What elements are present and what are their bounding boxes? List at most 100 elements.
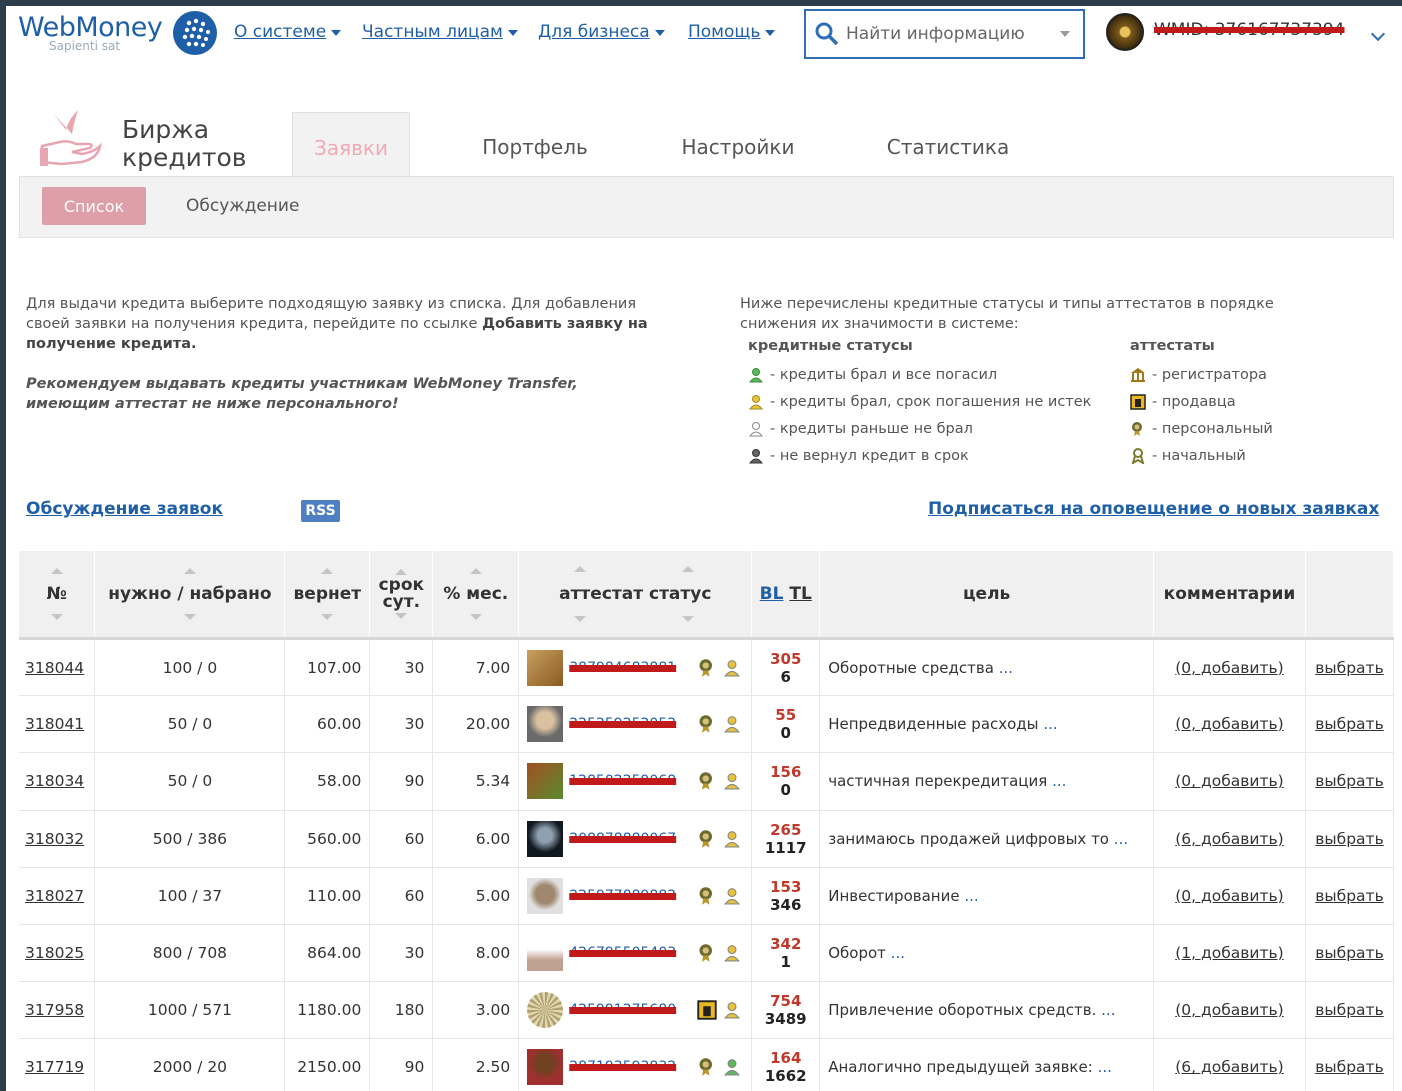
goal-more-link[interactable]: ...: [891, 944, 905, 962]
col-number[interactable]: №: [19, 551, 96, 640]
personal-badge-icon[interactable]: [697, 943, 717, 963]
choose-link[interactable]: выбрать: [1305, 924, 1395, 983]
sort-up-icon[interactable]: [50, 568, 63, 574]
sub-navigation: Список Обсуждение: [19, 176, 1394, 238]
user-avatar[interactable]: [527, 820, 564, 857]
request-id-link[interactable]: 318041: [19, 695, 96, 754]
sort-down-icon[interactable]: [682, 616, 695, 622]
comments-link[interactable]: (1, добавить): [1153, 924, 1306, 983]
personal-badge-icon[interactable]: [697, 771, 717, 791]
comments-link[interactable]: (0, добавить): [1153, 752, 1306, 811]
goal-more-link[interactable]: ...: [1098, 1058, 1112, 1076]
subscribe-link[interactable]: Подписаться на оповещение о новых заявка…: [928, 499, 1379, 519]
col-bl-link[interactable]: BL: [760, 584, 784, 604]
sort-up-icon[interactable]: [682, 566, 695, 572]
user-avatar[interactable]: [527, 935, 564, 972]
personal-badge-icon[interactable]: [697, 1057, 717, 1077]
personal-badge-icon[interactable]: [697, 658, 717, 678]
goal-more-link[interactable]: ...: [1101, 1001, 1115, 1019]
choose-link[interactable]: выбрать: [1305, 867, 1395, 925]
goal-more-link[interactable]: ...: [999, 659, 1013, 677]
user-wmid-link[interactable]: 208878880067: [569, 831, 691, 847]
sort-down-icon[interactable]: [574, 616, 587, 622]
col-percent[interactable]: % мес.: [432, 551, 520, 640]
choose-link[interactable]: выбрать: [1305, 695, 1395, 754]
choose-link[interactable]: выбрать: [1305, 638, 1395, 697]
nav-help[interactable]: Помощь: [688, 22, 776, 42]
sort-down-icon[interactable]: [469, 614, 482, 620]
tab-requests[interactable]: Заявки: [292, 112, 410, 182]
module-title-line2: кредитов: [122, 143, 247, 172]
request-id-link[interactable]: 318027: [19, 867, 96, 925]
sort-up-icon[interactable]: [469, 568, 482, 574]
choose-link[interactable]: выбрать: [1305, 1038, 1395, 1091]
request-id-link[interactable]: 317719: [19, 1038, 96, 1091]
goal-more-link[interactable]: ...: [1043, 715, 1057, 733]
col-attestat[interactable]: аттестат статус: [518, 551, 753, 640]
user-avatar[interactable]: [1106, 13, 1144, 51]
bl-value: 265: [770, 820, 802, 839]
goal-more-link[interactable]: ...: [964, 887, 978, 905]
user-avatar[interactable]: [527, 649, 564, 686]
sort-down-icon[interactable]: [321, 614, 334, 620]
comments-link[interactable]: (0, добавить): [1153, 867, 1306, 925]
request-id-link[interactable]: 318032: [19, 810, 96, 868]
col-need[interactable]: нужно / набрано: [94, 551, 286, 640]
chevron-down-icon[interactable]: [1370, 26, 1386, 42]
choose-link[interactable]: выбрать: [1305, 810, 1395, 868]
nav-business[interactable]: Для бизнеса: [538, 22, 665, 42]
search-input[interactable]: Найти информацию: [804, 9, 1085, 59]
user-avatar[interactable]: [527, 992, 564, 1029]
user-wmid-link[interactable]: 387984683881: [569, 660, 691, 676]
tab-portfolio[interactable]: Портфель: [466, 112, 604, 182]
sort-down-icon[interactable]: [395, 613, 408, 619]
seller-square-icon[interactable]: [697, 1000, 717, 1020]
webmoney-logo[interactable]: WebMoney Sapienti sat: [18, 12, 163, 53]
sort-up-icon[interactable]: [321, 568, 334, 574]
tab-statistics[interactable]: Статистика: [878, 112, 1018, 182]
rss-button[interactable]: RSS: [301, 500, 340, 522]
request-id-link[interactable]: 317958: [19, 981, 96, 1040]
user-wmid-link[interactable]: 128502259068: [569, 773, 691, 789]
comments-link[interactable]: (0, добавить): [1153, 638, 1306, 697]
sort-up-icon[interactable]: [183, 568, 196, 574]
goal-more-link[interactable]: ...: [1052, 772, 1066, 790]
tab-settings[interactable]: Настройки: [670, 112, 806, 182]
user-wmid-link[interactable]: 225259252052: [569, 716, 691, 732]
sort-down-icon[interactable]: [50, 614, 63, 620]
comments-link[interactable]: (6, добавить): [1153, 1038, 1306, 1091]
user-avatar[interactable]: [527, 706, 564, 743]
personal-badge-icon[interactable]: [697, 829, 717, 849]
personal-badge-icon[interactable]: [697, 714, 717, 734]
choose-link[interactable]: выбрать: [1305, 981, 1395, 1040]
nav-business-label: Для бизнеса: [538, 22, 650, 42]
chevron-down-icon[interactable]: [1060, 31, 1070, 37]
user-wmid[interactable]: WMID: 376167737394: [1154, 20, 1345, 40]
user-wmid-link[interactable]: 225977889882: [569, 888, 691, 904]
personal-badge-icon[interactable]: [697, 886, 717, 906]
user-avatar[interactable]: [527, 877, 564, 914]
user-wmid-link[interactable]: 426795505403: [569, 945, 691, 961]
col-tl-link[interactable]: TL: [789, 584, 811, 604]
sort-down-icon[interactable]: [183, 614, 196, 620]
comments-link[interactable]: (0, добавить): [1153, 981, 1306, 1040]
request-id-link[interactable]: 318034: [19, 752, 96, 811]
user-avatar[interactable]: [527, 1049, 564, 1086]
comments-link[interactable]: (6, добавить): [1153, 810, 1306, 868]
discussion-link[interactable]: Обсуждение: [186, 196, 299, 216]
comments-link[interactable]: (0, добавить): [1153, 695, 1306, 754]
col-return[interactable]: вернет: [284, 551, 371, 640]
user-wmid-link[interactable]: 425991275680: [569, 1002, 691, 1018]
nav-individuals[interactable]: Частным лицам: [362, 22, 518, 42]
col-term[interactable]: срок сут.: [369, 551, 434, 640]
goal-more-link[interactable]: ...: [1114, 830, 1128, 848]
choose-link[interactable]: выбрать: [1305, 752, 1395, 811]
request-id-link[interactable]: 318025: [19, 924, 96, 983]
list-button[interactable]: Список: [42, 187, 146, 225]
nav-about[interactable]: О системе: [234, 22, 342, 42]
sort-up-icon[interactable]: [574, 566, 587, 572]
user-wmid-link[interactable]: 287193593832: [569, 1059, 691, 1075]
user-avatar[interactable]: [527, 763, 564, 800]
request-id-link[interactable]: 318044: [19, 638, 96, 697]
discussion-requests-link[interactable]: Обсуждение заявок: [26, 499, 223, 519]
